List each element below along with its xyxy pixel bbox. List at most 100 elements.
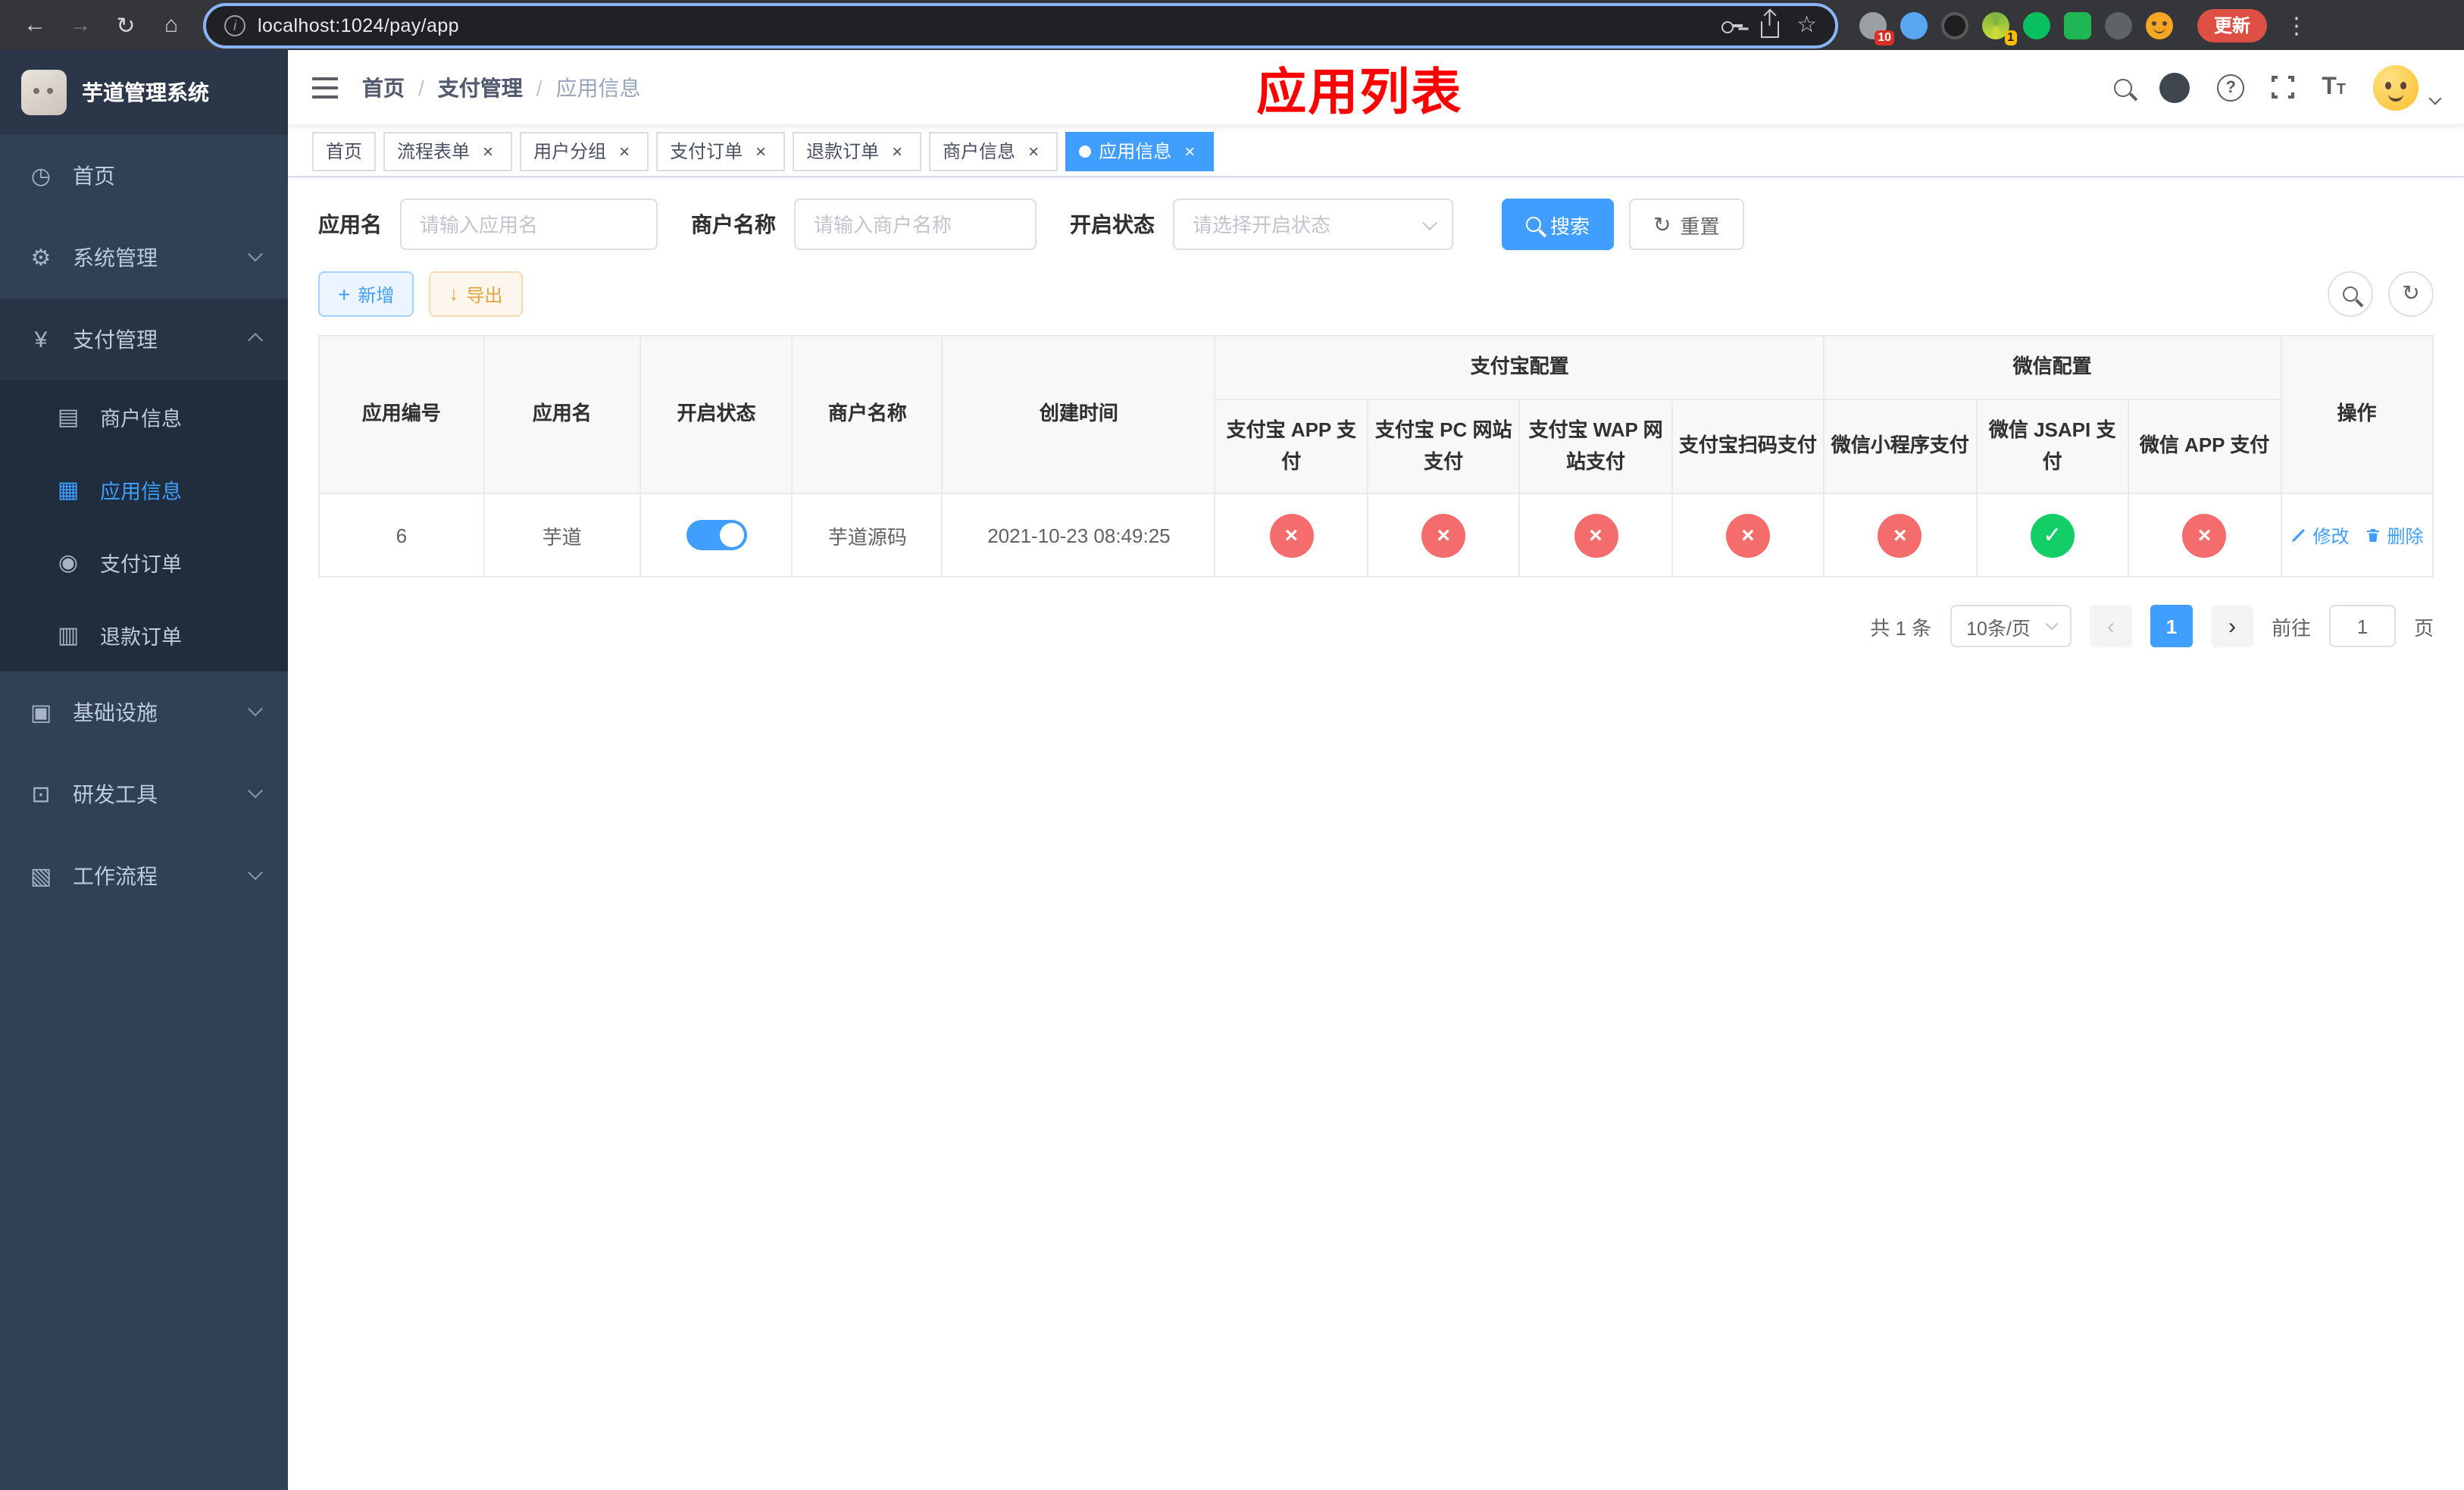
sidebar-item-dev-tools[interactable]: ⊡ 研发工具 [0,753,288,835]
close-icon[interactable] [477,140,499,161]
goto-page-input[interactable] [2328,605,2396,648]
page-size-select[interactable]: 10条/页 [1950,605,2072,648]
tab-home[interactable]: 首页 [312,131,377,171]
add-button-label: 新增 [358,284,395,305]
reset-button[interactable]: 重置 [1629,199,1744,250]
sidebar-item-home[interactable]: ◷ 首页 [0,135,288,217]
table-row: 6 芋道 芋道源码 2021-10-23 08:49:25 × × × × × [318,493,2434,578]
user-avatar[interactable] [2373,64,2419,110]
toggle-search-button[interactable] [2328,271,2373,317]
app-container: 应用名 商户名称 开启状态 搜索 [288,177,2464,1490]
tab-process-form[interactable]: 流程表单 [383,131,513,171]
edit-button[interactable]: 修改 [2290,522,2350,548]
merchant-name-input[interactable] [794,199,1037,250]
tab-pay-orders[interactable]: 支付订单 [656,131,786,171]
next-page-button[interactable] [2210,605,2253,648]
breadcrumb-current: 应用信息 [555,75,641,99]
share-icon[interactable] [1760,20,1779,37]
sidebar-item-app-info[interactable]: ▦ 应用信息 [0,453,288,526]
address-bar[interactable]: localhost:1024/pay/app [203,2,1838,48]
table-group-header-row: 应用编号 应用名 开启状态 商户名称 创建时间 支付宝配置 微信配置 操作 [318,334,2434,495]
cell-alipay-wap: × [1518,493,1673,578]
delete-button[interactable]: 删除 [2365,522,2424,548]
reset-button-label: 重置 [1680,214,1720,237]
sidebar-item-merchant-info[interactable]: ▤ 商户信息 [0,380,288,453]
tags-view-bar: 首页 流程表单 用户分组 支付订单 退款订单 [288,126,2464,177]
tab-label: 支付订单 [670,141,743,162]
search-icon [2343,286,2358,302]
plus-icon [338,283,350,305]
close-icon[interactable] [1023,140,1044,161]
extension-notes-icon[interactable] [2064,11,2091,39]
password-key-icon[interactable] [1721,16,1743,34]
app-name-input[interactable] [400,199,658,250]
close-icon[interactable] [886,140,908,161]
breadcrumb: 首页 支付管理 应用信息 [362,72,641,102]
sidebar-item-workflow[interactable]: ▧ 工作流程 [0,835,288,917]
edit-label: 修改 [2312,525,2350,547]
home-button[interactable]: ⌂ [152,5,191,45]
extension-wechat-icon[interactable] [2023,11,2050,39]
grid-icon: ▦ [57,477,80,503]
tab-merchant-info[interactable]: 商户信息 [929,131,1058,171]
extension-dark-icon[interactable] [1941,11,1968,39]
browser-update-button[interactable]: 更新 [2197,8,2268,42]
add-button[interactable]: 新增 [318,271,414,317]
sidebar-item-pay-orders[interactable]: ◉ 支付订单 [0,526,288,599]
back-button[interactable]: ← [15,5,55,45]
refresh-icon [1653,213,1671,236]
current-page-button[interactable]: 1 [2150,605,2193,648]
search-icon [1526,217,1541,232]
reload-button[interactable]: ↻ [106,5,145,45]
hamburger-icon[interactable] [312,77,338,98]
close-icon[interactable] [1179,140,1200,161]
tab-label: 流程表单 [397,141,471,162]
sidebar-item-label: 支付订单 [100,553,182,576]
extension-badge: 1 [2004,30,2017,45]
extension-face-icon[interactable] [2146,11,2173,39]
sidebar-item-system[interactable]: ⚙ 系统管理 [0,217,288,299]
close-icon[interactable] [614,140,635,161]
extension-puzzle2-icon[interactable] [2105,11,2132,39]
prev-page-button[interactable] [2089,605,2132,648]
status-select-input[interactable] [1173,199,1453,250]
sidebar-item-refund-orders[interactable]: ▥ 退款订单 [0,599,288,671]
refresh-table-button[interactable] [2388,271,2434,317]
tab-app-info[interactable]: 应用信息 [1065,131,1215,171]
status-cross-icon: × [1269,513,1314,558]
sidebar-item-payment[interactable]: ¥ 支付管理 [0,299,288,380]
breadcrumb-home[interactable]: 首页 [362,72,405,102]
help-icon[interactable] [2217,74,2245,101]
font-size-icon[interactable] [2322,75,2346,99]
tab-refund-orders[interactable]: 退款订单 [793,131,922,171]
extension-puzzle-icon[interactable]: 10 [1859,11,1894,45]
tab-user-group[interactable]: 用户分组 [520,131,649,171]
search-icon[interactable] [2114,78,2133,96]
main-layout: 芋道管理系统 ◷ 首页 ⚙ 系统管理 ¥ 支付管理 ▤ 商户信息 ▦ 应用信息 … [0,50,2464,1490]
github-icon[interactable] [2159,72,2190,102]
extension-profile-icon[interactable]: 1 [1982,11,2017,45]
sidebar-item-infra[interactable]: ▣ 基础设施 [0,671,288,753]
browser-menu-icon[interactable] [2285,11,2308,39]
forward-button[interactable]: → [61,5,100,45]
cell-alipay-qr: × [1671,493,1825,578]
cell-status [639,493,793,578]
extension-badge: 10 [1875,30,1894,45]
chevron-down-icon [248,864,263,880]
export-button[interactable]: 导出 [429,271,523,317]
close-icon[interactable] [750,140,771,161]
breadcrumb-payment[interactable]: 支付管理 [438,72,523,102]
extension-blue-icon[interactable] [1900,11,1928,39]
site-info-icon[interactable] [224,14,245,36]
edit-pencil-icon [2292,529,2306,543]
search-button[interactable]: 搜索 [1502,199,1615,250]
search-button-label: 搜索 [1550,214,1590,237]
fullscreen-icon[interactable] [2269,73,2298,102]
bookmark-star-icon[interactable] [1796,11,1817,39]
col-alipay-pc: 支付宝 PC 网站支付 [1366,398,1521,495]
cell-wx-jsapi: ✓ [1975,493,2130,578]
breadcrumb-separator [536,75,543,99]
tab-label: 用户分组 [533,141,607,162]
col-wx-mini: 微信小程序支付 [1823,398,1978,495]
enable-switch[interactable] [686,520,747,551]
